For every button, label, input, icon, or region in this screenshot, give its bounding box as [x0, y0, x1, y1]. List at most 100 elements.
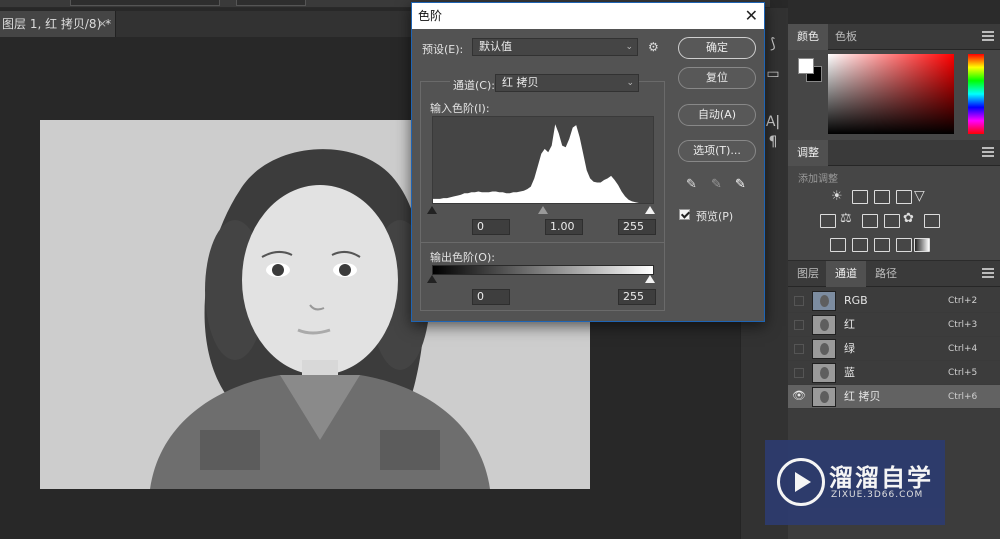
color-balance-icon[interactable]: ⚖ — [840, 211, 852, 226]
hue-saturation-icon[interactable] — [820, 214, 836, 228]
tab-color[interactable]: 颜色 — [788, 24, 828, 50]
character-a-icon[interactable]: A| — [763, 112, 783, 132]
visibility-toggle[interactable] — [794, 296, 804, 306]
adjustments-panel: 添加调整 ☀ ▽ ⚖ ✿ — [788, 166, 1000, 260]
tab-layers[interactable]: 图层 — [788, 261, 828, 287]
panel-menu-icon[interactable] — [982, 31, 994, 41]
input-black-field[interactable]: 0 — [472, 219, 510, 235]
channel-thumbnail — [812, 363, 836, 383]
visibility-toggle[interactable] — [794, 368, 804, 378]
gray-eyedropper-icon[interactable]: ✎ — [711, 178, 725, 192]
preview-checkbox[interactable] — [679, 209, 690, 220]
foreground-color-swatch[interactable] — [798, 58, 814, 74]
channel-row-blue[interactable]: 蓝 Ctrl+5 — [788, 361, 1000, 385]
channels-panel-tabs: 图层 通道 路径 — [788, 261, 1000, 287]
selective-color-icon[interactable] — [896, 238, 912, 252]
levels-icon[interactable] — [852, 190, 868, 204]
close-icon[interactable]: ✕ — [745, 3, 758, 29]
channel-shortcut: Ctrl+3 — [948, 320, 978, 330]
channel-shortcut: Ctrl+6 — [948, 392, 978, 402]
auto-button[interactable]: 自动(A) — [678, 104, 756, 126]
histogram-shape — [433, 124, 653, 203]
channel-thumbnail — [812, 315, 836, 335]
channel-name: 蓝 — [844, 366, 855, 379]
visibility-toggle[interactable] — [794, 320, 804, 330]
channel-row-rgb[interactable]: RGB Ctrl+2 — [788, 289, 1000, 313]
hue-slider[interactable] — [968, 54, 984, 134]
chevron-down-icon: ⌄ — [626, 78, 634, 88]
channel-select[interactable]: 红 拷贝 ⌄ — [495, 74, 639, 92]
preview-label: 预览(P) — [696, 210, 734, 223]
channel-shortcut: Ctrl+2 — [948, 296, 978, 306]
gear-icon[interactable]: ⚙ — [648, 41, 660, 53]
threshold-icon[interactable] — [874, 238, 890, 252]
channel-name: 红 拷贝 — [844, 390, 881, 403]
channel-mixer-icon[interactable]: ✿ — [903, 211, 914, 226]
color-lookup-icon[interactable] — [924, 214, 940, 228]
channel-name: RGB — [844, 294, 868, 307]
invert-icon[interactable] — [830, 238, 846, 252]
adjustments-panel-tabs: 调整 — [788, 140, 1000, 166]
brightness-icon[interactable]: ☀ — [831, 190, 847, 204]
tool-button[interactable]: ⟆ — [763, 34, 783, 54]
output-gradient-bar — [432, 265, 654, 275]
visibility-toggle[interactable] — [794, 344, 804, 354]
white-eyedropper-icon[interactable]: ✎ — [735, 178, 749, 192]
histogram-graph — [433, 124, 653, 203]
vibrance-icon[interactable]: ▽ — [914, 188, 925, 204]
photo-filter-icon[interactable] — [884, 214, 900, 228]
posterize-icon[interactable] — [852, 238, 868, 252]
channel-shortcut: Ctrl+5 — [948, 368, 978, 378]
watermark-brand: 溜溜自学 — [829, 464, 933, 492]
channel-row-green[interactable]: 绿 Ctrl+4 — [788, 337, 1000, 361]
color-panel — [788, 50, 1000, 140]
close-icon[interactable]: × — [98, 11, 107, 37]
input-gamma-field[interactable]: 1.00 — [545, 219, 583, 235]
tool-button[interactable]: ▭ — [763, 64, 783, 84]
ok-button[interactable]: 确定 — [678, 37, 756, 59]
tab-swatches[interactable]: 色板 — [826, 24, 866, 50]
channel-row-red[interactable]: 红 Ctrl+3 — [788, 313, 1000, 337]
channel-row-red-copy[interactable]: 👁 红 拷贝 Ctrl+6 — [788, 385, 1000, 409]
watermark-url: ZIXUE.3D66.COM — [831, 490, 924, 500]
paragraph-mark-icon[interactable]: ¶ — [763, 132, 783, 152]
preset-select[interactable]: 默认值 ⌄ — [472, 38, 638, 56]
document-tab[interactable]: 图层 1, 红 拷贝/8) * × — [0, 11, 116, 37]
adjustments-subtitle: 添加调整 — [798, 174, 838, 185]
color-field[interactable] — [828, 54, 954, 134]
eye-icon[interactable]: 👁 — [792, 389, 806, 402]
output-black-field[interactable]: 0 — [472, 289, 510, 305]
input-gamma-slider[interactable] — [538, 206, 548, 214]
channel-thumbnail — [812, 291, 836, 311]
options-field[interactable] — [70, 0, 220, 6]
exposure-icon[interactable] — [896, 190, 912, 204]
curves-icon[interactable] — [874, 190, 890, 204]
channel-shortcut: Ctrl+4 — [948, 344, 978, 354]
channel-label: 通道(C): — [450, 77, 498, 93]
input-black-slider[interactable] — [427, 206, 437, 214]
black-white-icon[interactable] — [862, 214, 878, 228]
dialog-title-bar[interactable]: 色阶 ✕ — [412, 3, 764, 29]
panel-menu-icon[interactable] — [982, 268, 994, 278]
tab-channels[interactable]: 通道 — [826, 261, 866, 287]
histogram — [432, 116, 654, 204]
output-white-field[interactable]: 255 — [618, 289, 656, 305]
levels-dialog: 色阶 ✕ 预设(E): 默认值 ⌄ ⚙ 通道(C): 红 拷贝 ⌄ 输入色阶(I… — [411, 2, 765, 322]
divider — [421, 242, 664, 243]
channel-value: 红 拷贝 — [502, 76, 539, 89]
options-button[interactable]: 选项(T)... — [678, 140, 756, 162]
reset-button[interactable]: 复位 — [678, 67, 756, 89]
input-white-field[interactable]: 255 — [618, 219, 656, 235]
watermark: 溜溜自学 ZIXUE.3D66.COM — [765, 440, 945, 525]
input-white-slider[interactable] — [645, 206, 655, 214]
black-eyedropper-icon[interactable]: ✎ — [686, 178, 700, 192]
tab-adjustments[interactable]: 调整 — [788, 140, 828, 166]
gradient-map-icon[interactable] — [914, 238, 930, 252]
preset-value: 默认值 — [479, 40, 512, 53]
channel-thumbnail — [812, 387, 836, 407]
options-field[interactable] — [236, 0, 306, 6]
panel-menu-icon[interactable] — [982, 147, 994, 157]
output-white-slider[interactable] — [645, 275, 655, 283]
tab-paths[interactable]: 路径 — [866, 261, 906, 287]
output-black-slider[interactable] — [427, 275, 437, 283]
